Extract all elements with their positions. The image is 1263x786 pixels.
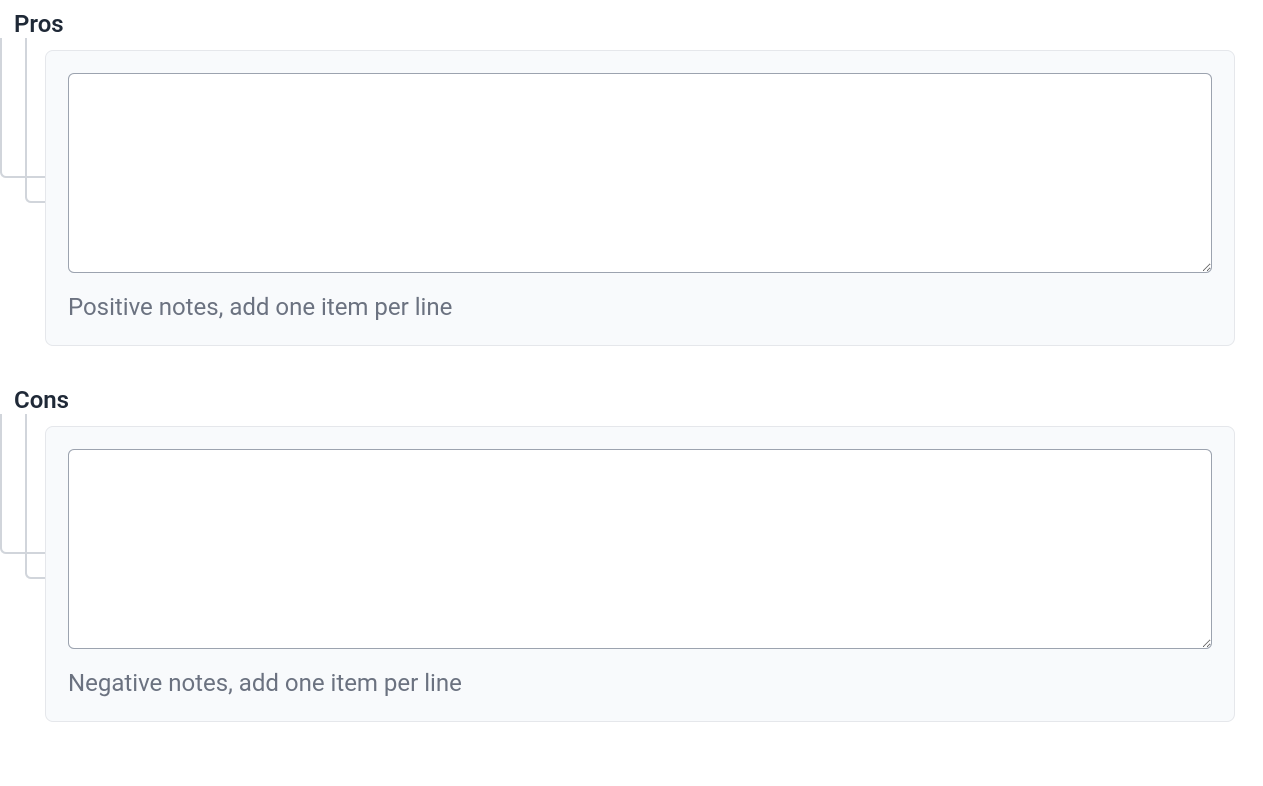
- cons-textarea[interactable]: [68, 449, 1212, 649]
- cons-label: Cons: [0, 386, 1263, 414]
- pros-field-wrapper: Positive notes, add one item per line: [45, 50, 1235, 346]
- tree-connector-outer: [0, 414, 45, 554]
- pros-textarea[interactable]: [68, 73, 1212, 273]
- cons-field-box: Negative notes, add one item per line: [45, 426, 1235, 722]
- cons-section: Cons Negative notes, add one item per li…: [0, 386, 1263, 722]
- pros-field-box: Positive notes, add one item per line: [45, 50, 1235, 346]
- cons-help-text: Negative notes, add one item per line: [68, 669, 1212, 697]
- tree-connector-outer: [0, 38, 45, 178]
- pros-section: Pros Positive notes, add one item per li…: [0, 10, 1263, 346]
- cons-field-wrapper: Negative notes, add one item per line: [45, 426, 1235, 722]
- pros-label: Pros: [0, 10, 1263, 38]
- pros-help-text: Positive notes, add one item per line: [68, 293, 1212, 321]
